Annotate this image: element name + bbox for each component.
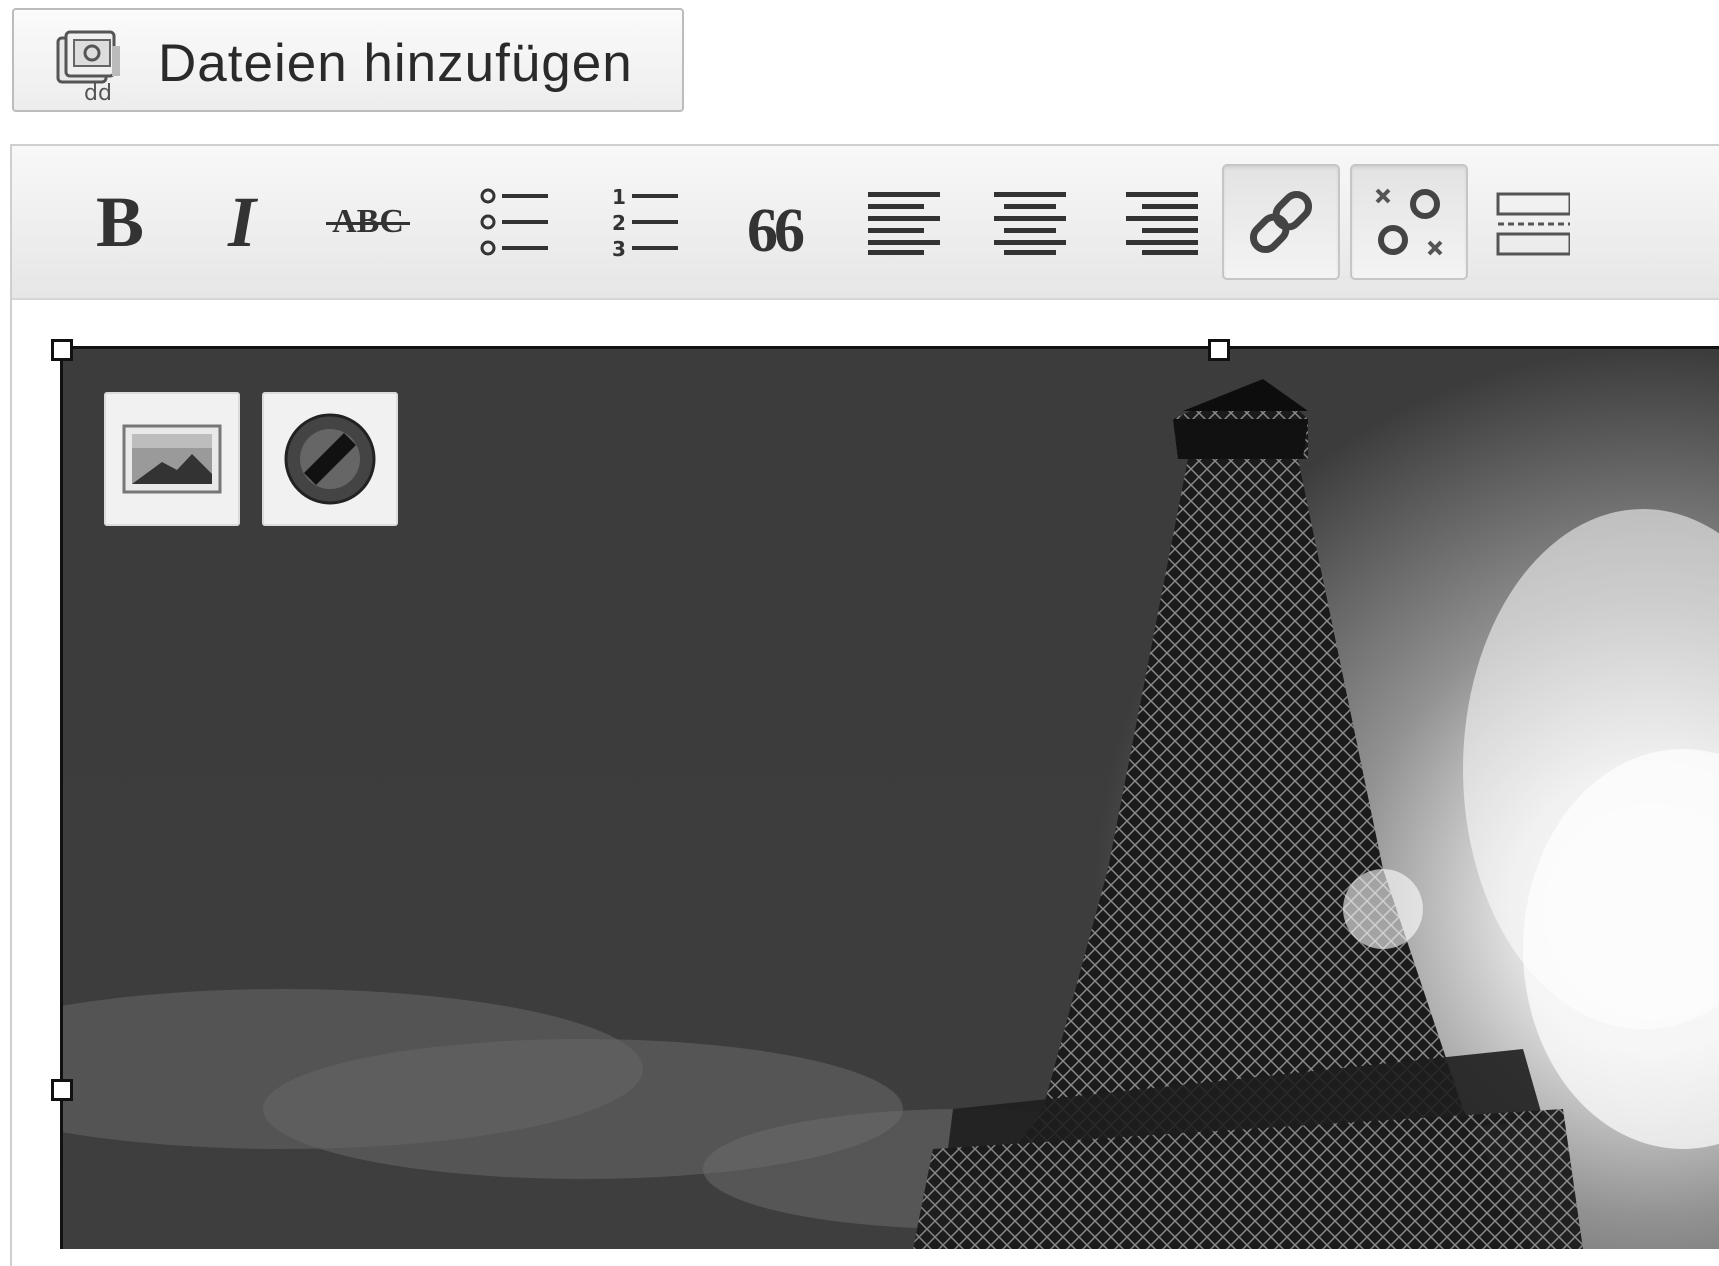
- resize-handle-top-center[interactable]: [1208, 339, 1230, 361]
- edit-image-icon: [122, 424, 222, 494]
- editor-toolbar: B I ABC 1 2 3 66: [12, 146, 1719, 300]
- italic-label: I: [227, 182, 257, 262]
- more-tag-icon: [1496, 192, 1570, 256]
- strikethrough-icon: ABC: [326, 203, 410, 241]
- numbered-list-icon: 1 2 3: [612, 185, 678, 261]
- insert-link-button[interactable]: [1222, 164, 1340, 280]
- blockquote-button[interactable]: 66: [718, 166, 830, 278]
- align-right-button[interactable]: [1106, 166, 1218, 278]
- add-files-button[interactable]: dd Dateien hinzufügen: [12, 8, 684, 112]
- remove-link-button[interactable]: [1350, 164, 1468, 280]
- add-files-label: Dateien hinzufügen: [158, 34, 633, 93]
- align-center-button[interactable]: [974, 166, 1086, 278]
- align-left-button[interactable]: [848, 166, 960, 278]
- ordered-digit: 3: [612, 237, 626, 261]
- strikethrough-button[interactable]: ABC: [312, 166, 424, 278]
- bullet-list-button[interactable]: [462, 166, 574, 278]
- numbered-list-button[interactable]: 1 2 3: [592, 166, 704, 278]
- edit-image-button[interactable]: [104, 392, 240, 526]
- align-right-icon: [1126, 192, 1198, 255]
- italic-button[interactable]: I: [186, 166, 298, 278]
- more-tag-button[interactable]: [1490, 166, 1570, 278]
- delete-image-icon: [284, 413, 376, 505]
- resize-handle-top-left[interactable]: [51, 339, 73, 361]
- ordered-digit: 1: [612, 185, 626, 209]
- bold-label: B: [95, 182, 145, 262]
- unlink-icon: [1375, 188, 1443, 256]
- ordered-digit: 2: [612, 211, 626, 235]
- svg-text:dd: dd: [84, 81, 112, 104]
- align-left-icon: [868, 192, 940, 255]
- resize-handle-middle-left[interactable]: [51, 1079, 73, 1101]
- align-center-icon: [994, 192, 1066, 255]
- delete-image-button[interactable]: [262, 392, 398, 526]
- bullet-list-icon: [480, 188, 548, 256]
- media-upload-icon: dd: [54, 28, 134, 106]
- bold-button[interactable]: B: [64, 166, 176, 278]
- link-icon: [1249, 190, 1313, 254]
- blockquote-icon: 66: [747, 196, 805, 265]
